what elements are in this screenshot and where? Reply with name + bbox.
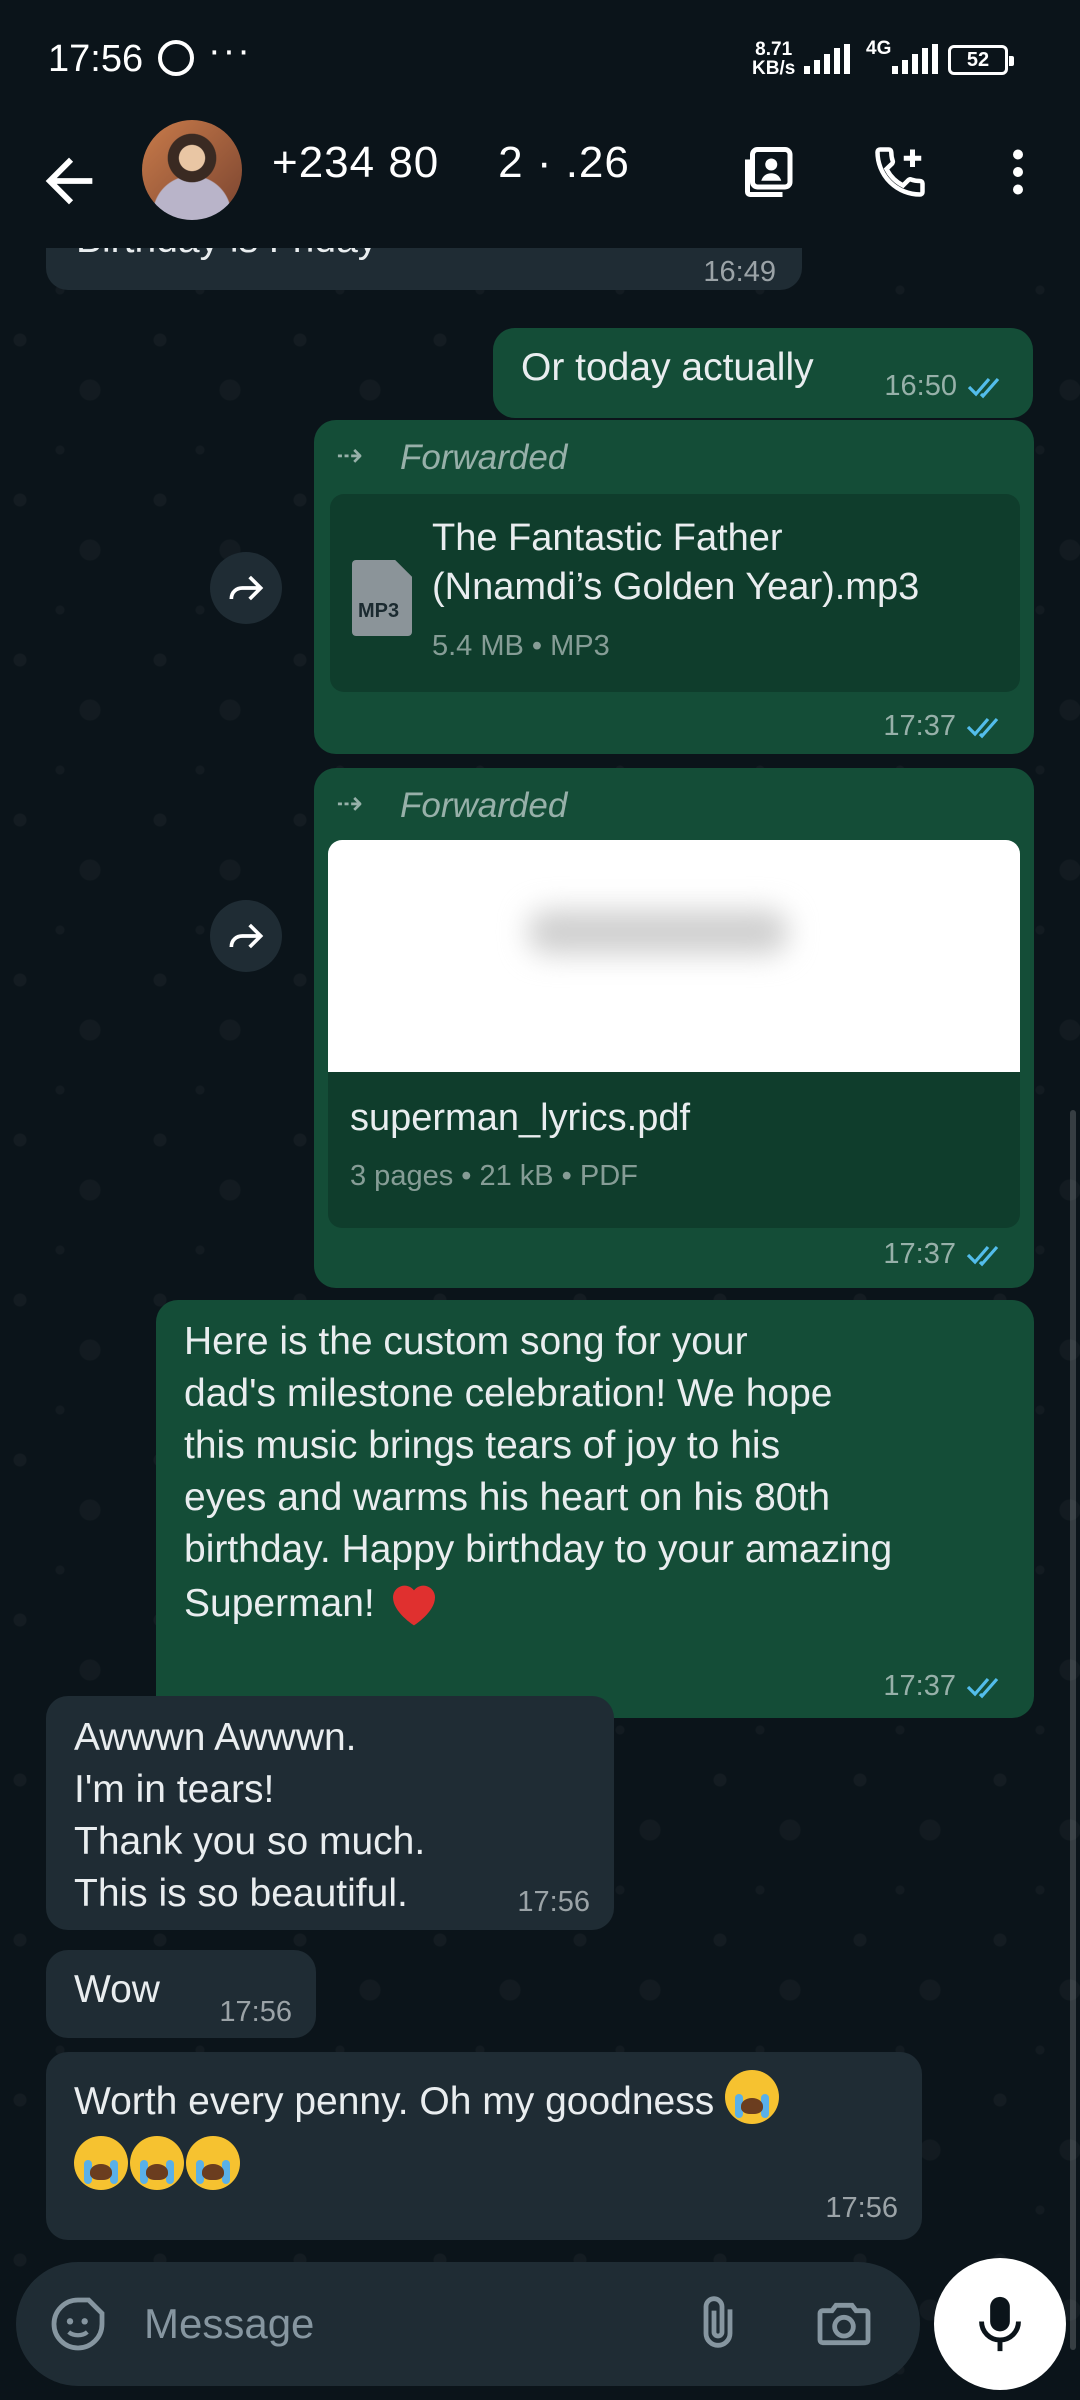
status-time: 17:56	[48, 38, 144, 80]
read-ticks-icon	[966, 1673, 1010, 1707]
share-forward-icon[interactable]	[210, 552, 282, 624]
back-arrow-icon[interactable]	[34, 146, 104, 216]
message-time: 17:37	[883, 1670, 956, 1702]
message-time: 16:49	[703, 256, 776, 288]
chat-scrollbar[interactable]	[1070, 1110, 1076, 2350]
signal-icon-2	[892, 44, 938, 74]
message-line: Superman!	[184, 1582, 375, 1625]
message-time-row: 17:37	[883, 1238, 1010, 1275]
message-line-last: Superman!	[184, 1576, 892, 1630]
loudly-crying-face-icon	[186, 2136, 240, 2190]
forwarded-icon: ⇢	[336, 437, 363, 473]
message-time-row: 17:37	[883, 710, 1010, 747]
network-speed-unit: KB/s	[752, 58, 796, 79]
read-ticks-icon	[967, 373, 1011, 407]
message-time: 17:56	[825, 2192, 898, 2224]
message-line: this music brings tears of joy to his	[184, 1424, 781, 1467]
network-speed: 8.71 KB/s	[752, 40, 795, 78]
file-name: The Fantastic Father (Nnamdi’s Golden Ye…	[432, 514, 919, 612]
message-input[interactable]: Message	[144, 2300, 314, 2348]
battery-icon: 52	[948, 45, 1014, 75]
message-text: Worth every penny. Oh my goodness	[74, 2070, 781, 2194]
attach-icon[interactable]	[686, 2292, 750, 2356]
message-outgoing[interactable]: Or today actually 16:50	[493, 328, 1033, 418]
message-time: 17:37	[883, 1238, 956, 1270]
message-line: Here is the custom song for your	[184, 1320, 748, 1363]
message-line: I'm in tears!	[74, 1768, 275, 1811]
pdf-thumbnail[interactable]	[328, 840, 1020, 1072]
sticker-icon[interactable]	[46, 2292, 110, 2356]
pdf-thumbnail-content	[528, 910, 788, 954]
message-text: Awwwn Awwwn. I'm in tears! Thank you so …	[74, 1712, 425, 1920]
read-ticks-icon	[966, 713, 1010, 747]
message-line: eyes and warms his heart on his 80th	[184, 1476, 831, 1519]
file-name: superman_lyrics.pdf	[350, 1097, 691, 1139]
red-heart-icon	[386, 1576, 442, 1628]
loudly-crying-face-icon	[725, 2070, 780, 2124]
message-incoming[interactable]: Birthday is Friday 16:49	[46, 248, 802, 290]
network-speed-value: 8.71	[755, 39, 793, 60]
status-bar: 17:56 ··· 8.71 KB/s 4G 52	[0, 0, 1080, 120]
message-line: dad's milestone celebration! We hope	[184, 1372, 833, 1415]
message-time: 17:37	[883, 710, 956, 742]
message-time-row: 17:37	[883, 1670, 1010, 1707]
message-incoming[interactable]: Awwwn Awwwn. I'm in tears! Thank you so …	[46, 1696, 614, 1930]
loudly-crying-face-icon	[130, 2136, 184, 2190]
more-vert-icon[interactable]	[988, 142, 1048, 202]
message-incoming[interactable]: Wow 17:56	[46, 1950, 316, 2038]
read-ticks-icon	[966, 1241, 1010, 1275]
message-list[interactable]: Birthday is Friday 16:49 Or today actual…	[0, 248, 1080, 2248]
message-time-row: 16:50	[884, 370, 1011, 407]
message-line: Awwwn Awwwn.	[74, 1716, 357, 1759]
message-outgoing-file[interactable]: ⇢ Forwarded MP3 The Fantastic Father (Nn…	[314, 420, 1034, 754]
message-time: 17:56	[219, 1996, 292, 2028]
share-forward-icon[interactable]	[210, 900, 282, 972]
chat-header: +234 80 2 · .26	[0, 120, 1080, 248]
add-call-icon[interactable]	[870, 142, 930, 202]
signal-icon	[804, 44, 850, 74]
message-text: Birthday is Friday	[76, 248, 377, 266]
whatsapp-notification-icon	[158, 40, 194, 76]
network-type: 4G	[866, 38, 892, 59]
message-incoming[interactable]: Worth every penny. Oh my goodness 17:56	[46, 2052, 922, 2240]
file-name-line: (Nnamdi’s Golden Year).mp3	[432, 566, 920, 608]
forwarded-label: Forwarded	[400, 438, 568, 477]
message-line: birthday. Happy birthday to your amazing	[184, 1528, 893, 1571]
message-line: Worth every penny. Oh my goodness	[74, 2080, 715, 2123]
audio-file-card[interactable]: MP3 The Fantastic Father (Nnamdi’s Golde…	[330, 494, 1020, 692]
message-time: 16:50	[884, 370, 957, 402]
message-outgoing[interactable]: Here is the custom song for your dad's m…	[156, 1300, 1034, 1718]
file-meta: 5.4 MB • MP3	[432, 630, 610, 662]
forwarded-icon: ⇢	[336, 785, 363, 821]
file-type-badge: MP3	[358, 600, 400, 622]
more-notifications-icon: ···	[208, 30, 252, 72]
message-line: Thank you so much.	[74, 1820, 426, 1863]
camera-icon[interactable]	[812, 2292, 876, 2356]
message-text: Here is the custom song for your dad's m…	[184, 1316, 892, 1630]
mic-button[interactable]	[934, 2258, 1066, 2390]
file-meta: 3 pages • 21 kB • PDF	[350, 1160, 638, 1192]
message-composer[interactable]: Message	[16, 2262, 920, 2386]
document-info-card[interactable]: superman_lyrics.pdf 3 pages • 21 kB • PD…	[328, 1072, 1020, 1228]
message-line: This is so beautiful.	[74, 1872, 408, 1915]
file-name-line: The Fantastic Father	[432, 517, 783, 559]
mic-icon	[979, 2296, 1021, 2352]
message-text: Wow	[74, 1968, 160, 2011]
message-text: Or today actually	[521, 346, 814, 389]
mp3-file-icon: MP3	[352, 560, 412, 636]
message-time: 17:56	[517, 1886, 590, 1918]
contact-card-icon[interactable]	[740, 142, 800, 202]
forwarded-label: Forwarded	[400, 786, 568, 825]
loudly-crying-face-icon	[74, 2136, 128, 2190]
contact-name[interactable]: +234 80 2 · .26	[272, 138, 630, 188]
contact-avatar[interactable]	[142, 120, 242, 220]
message-outgoing-document[interactable]: ⇢ Forwarded superman_lyrics.pdf 3 pages …	[314, 768, 1034, 1288]
